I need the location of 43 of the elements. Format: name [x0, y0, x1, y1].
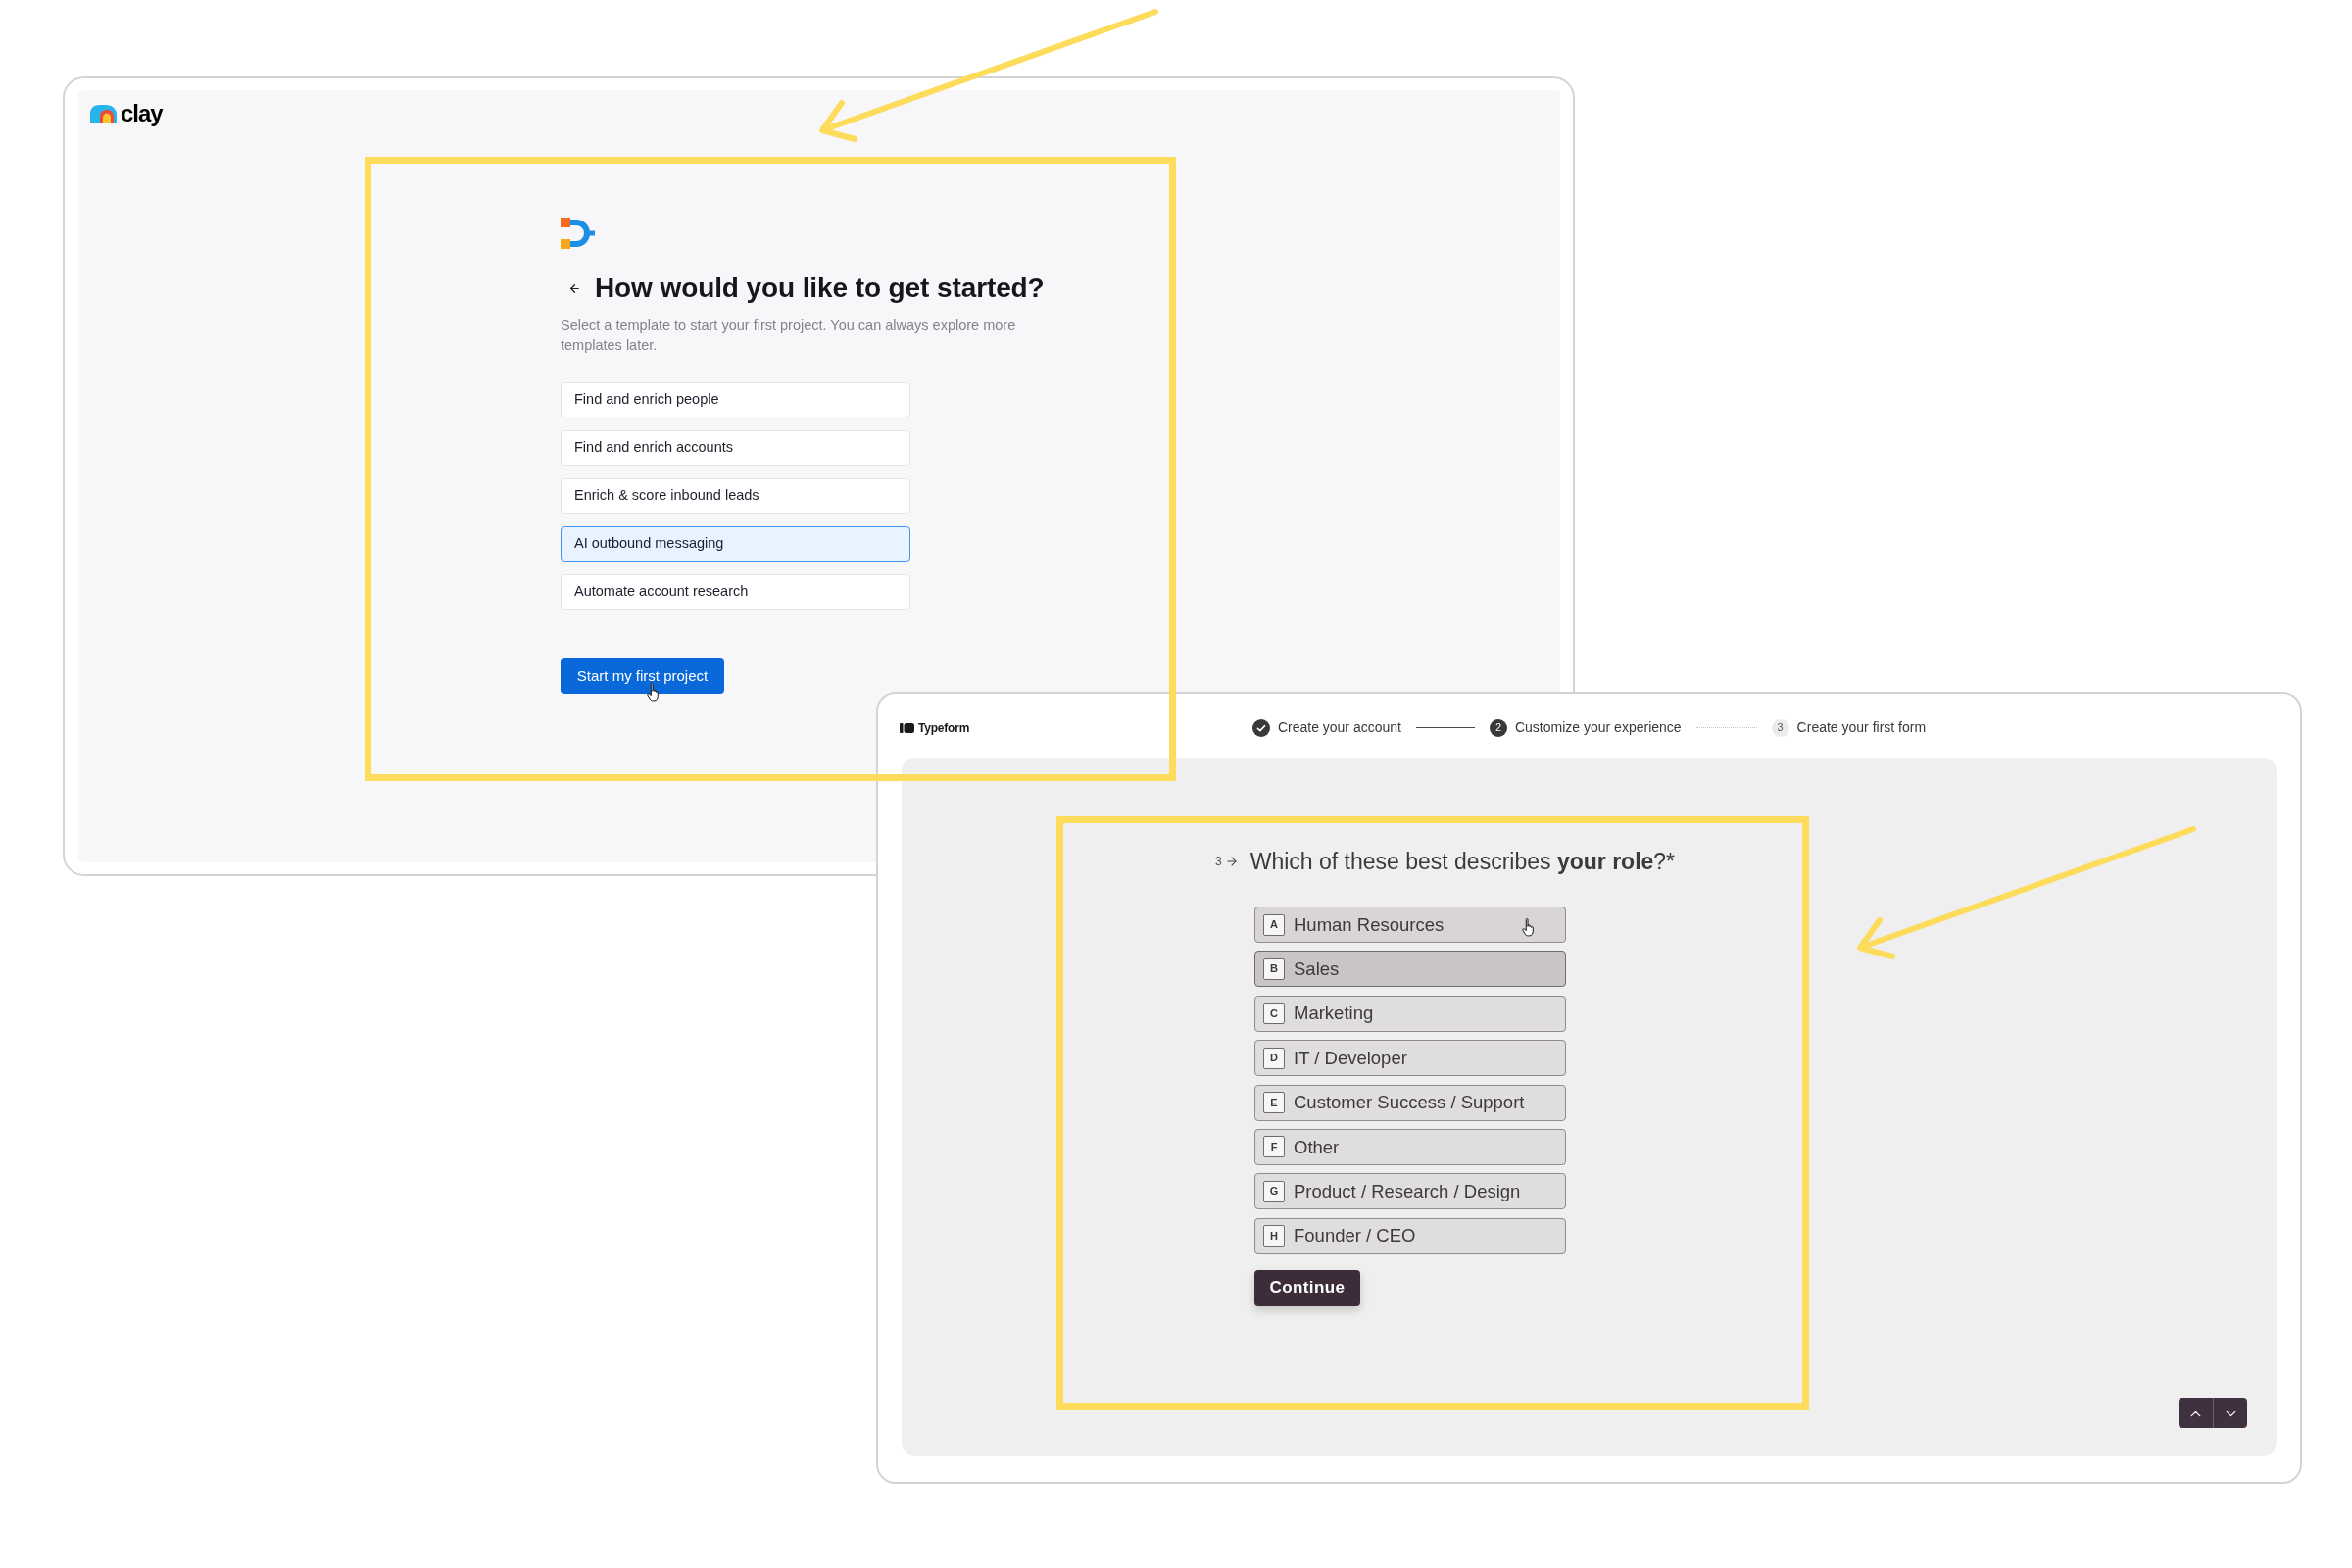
- answer-option[interactable]: G Product / Research / Design: [1254, 1173, 1566, 1210]
- template-option[interactable]: Automate account research: [561, 574, 910, 610]
- connector-icon: [561, 218, 595, 250]
- page-subtitle: Select a template to start your first project. You can always explore more templates later.: [561, 317, 1017, 355]
- option-key: C: [1263, 1003, 1285, 1025]
- option-key: E: [1263, 1092, 1285, 1114]
- template-option[interactable]: Find and enrich people: [561, 382, 910, 417]
- question-number: 3: [1215, 856, 1222, 867]
- step-number: 3: [1771, 718, 1789, 737]
- option-key: H: [1263, 1225, 1285, 1248]
- hand-cursor-icon: [1522, 918, 1536, 937]
- step-number: 2: [1489, 718, 1507, 737]
- next-button[interactable]: [2213, 1398, 2247, 1428]
- answer-option[interactable]: F Other: [1254, 1128, 1566, 1165]
- template-option[interactable]: Enrich & score inbound leads: [561, 478, 910, 514]
- continue-button[interactable]: Continue: [1254, 1269, 1360, 1306]
- option-key: G: [1263, 1180, 1285, 1202]
- arrow-left-icon: [567, 281, 581, 295]
- brand-wordmark: Typeform: [918, 719, 970, 737]
- answer-option[interactable]: E Customer Success / Support: [1254, 1084, 1566, 1121]
- option-key: D: [1263, 1047, 1285, 1069]
- option-key: B: [1263, 957, 1285, 980]
- arrow-right-icon: [1224, 855, 1239, 868]
- previous-button[interactable]: [2179, 1398, 2213, 1428]
- answer-option[interactable]: D IT / Developer: [1254, 1040, 1566, 1077]
- step-label: Create your account: [1277, 718, 1401, 737]
- arch-logo-icon: [90, 105, 118, 122]
- option-key: F: [1263, 1136, 1285, 1158]
- answer-option[interactable]: A Human Resources: [1254, 906, 1566, 943]
- template-option[interactable]: Find and enrich accounts: [561, 430, 910, 466]
- step-label: Customize your experience: [1514, 718, 1682, 737]
- brand-wordmark: clay: [121, 102, 163, 125]
- option-key: A: [1263, 913, 1285, 936]
- hand-cursor-icon: [647, 683, 661, 702]
- answer-option[interactable]: H Founder / CEO: [1254, 1217, 1566, 1254]
- question-text: Which of these best describes your role?*: [1250, 848, 1676, 875]
- answer-option[interactable]: C Marketing: [1254, 995, 1566, 1032]
- page-heading: How would you like to get started?: [595, 271, 1045, 305]
- start-project-button[interactable]: Start my first project: [561, 658, 724, 694]
- logo-icon: [900, 722, 914, 733]
- step-label: Create your first form: [1796, 718, 1927, 737]
- answer-option[interactable]: B Sales: [1254, 951, 1566, 988]
- template-option[interactable]: AI outbound messaging: [561, 526, 910, 562]
